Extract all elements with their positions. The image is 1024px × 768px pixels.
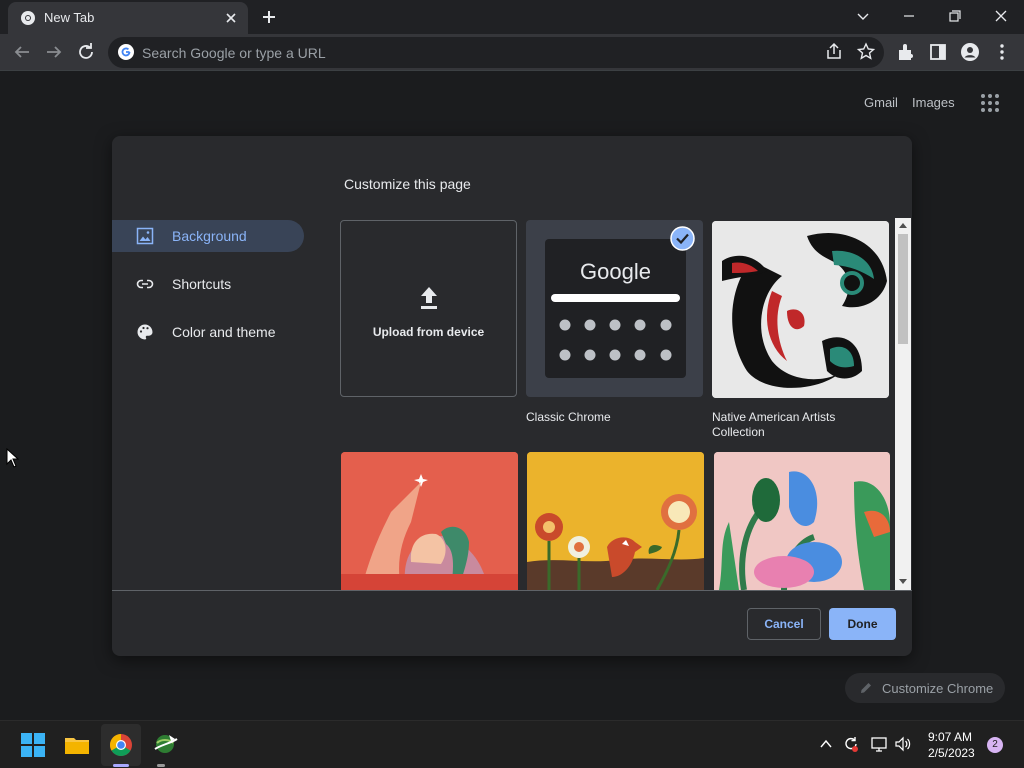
omnibox[interactable]: Search Google or type a URL <box>108 37 884 68</box>
back-icon[interactable] <box>10 40 34 64</box>
native-american-label-line2: Collection <box>712 425 765 439</box>
notification-badge[interactable]: 2 <box>987 737 1003 753</box>
chrome-taskbar-icon[interactable] <box>105 729 137 761</box>
reload-icon[interactable] <box>74 40 98 64</box>
browser-toolbar: Search Google or type a URL <box>0 34 1024 71</box>
forward-icon[interactable] <box>42 40 66 64</box>
windows-start-icon[interactable] <box>17 729 49 761</box>
scroll-up-icon[interactable] <box>898 221 908 229</box>
palette-icon <box>137 324 153 340</box>
nav-color-and-theme[interactable]: Color and theme <box>112 316 304 348</box>
nav-label: Color and theme <box>172 324 276 340</box>
app-indicator <box>157 764 165 767</box>
native-american-label-line1: Native American Artists <box>712 410 836 424</box>
scrollbar-thumb[interactable] <box>898 234 908 344</box>
dialog-divider <box>112 590 912 591</box>
upload-from-device-tile[interactable]: Upload from device <box>340 220 517 397</box>
customize-chrome-label: Customize Chrome <box>882 681 994 696</box>
tab-strip: New Tab <box>0 0 1024 34</box>
tab-title: New Tab <box>44 10 95 25</box>
bookmark-star-icon[interactable] <box>854 40 878 64</box>
side-panel-icon[interactable] <box>926 40 950 64</box>
formline-art-image <box>712 221 889 398</box>
illustration-art-1 <box>341 452 518 590</box>
close-window-icon[interactable] <box>987 4 1015 28</box>
classic-chrome-label: Classic Chrome <box>526 410 611 424</box>
nav-background[interactable]: Background <box>112 220 304 252</box>
preview-searchbox <box>551 294 680 302</box>
clock-date[interactable]: 2/5/2023 <box>928 746 975 760</box>
nav-label: Background <box>172 228 247 244</box>
tiles-scrollbar[interactable] <box>895 218 911 590</box>
chevron-up-icon[interactable] <box>819 737 833 751</box>
illustration-tile-1[interactable] <box>341 452 518 590</box>
file-explorer-icon[interactable] <box>61 729 93 761</box>
cancel-button[interactable]: Cancel <box>747 608 821 640</box>
link-icon <box>136 279 154 289</box>
image-icon <box>136 227 154 245</box>
pencil-icon <box>861 683 871 693</box>
new-tab-icon[interactable] <box>258 6 280 28</box>
tab-new-tab[interactable]: New Tab <box>8 2 248 34</box>
windows-taskbar: 9:07 AM 2/5/2023 2 <box>0 720 1024 768</box>
illustration-art-2 <box>527 452 704 590</box>
network-icon[interactable] <box>870 735 888 753</box>
share-icon[interactable] <box>822 40 846 64</box>
tab-search-icon[interactable] <box>849 4 877 28</box>
gmail-link[interactable]: Gmail <box>864 95 898 110</box>
close-tab-icon[interactable] <box>222 9 240 27</box>
upload-label: Upload from device <box>372 325 485 339</box>
google-g-icon <box>118 44 134 60</box>
mouse-cursor-icon <box>6 448 20 468</box>
scroll-down-icon[interactable] <box>898 578 908 586</box>
omnibox-placeholder: Search Google or type a URL <box>142 45 326 61</box>
done-button[interactable]: Done <box>829 608 896 640</box>
nav-shortcuts[interactable]: Shortcuts <box>112 268 304 300</box>
images-link[interactable]: Images <box>912 95 955 110</box>
menu-dots-icon[interactable] <box>990 40 1014 64</box>
illustration-tile-2[interactable] <box>527 452 704 590</box>
illustration-art-3 <box>714 452 890 590</box>
dialog-title: Customize this page <box>344 176 471 192</box>
volume-icon[interactable] <box>894 735 912 753</box>
minimize-icon[interactable] <box>895 4 923 28</box>
sync-alert-icon[interactable] <box>842 735 860 753</box>
app-globe-icon[interactable] <box>149 729 181 761</box>
classic-chrome-preview: Google <box>545 239 686 378</box>
selected-check-icon <box>670 226 695 251</box>
customize-chrome-button[interactable]: Customize Chrome <box>845 673 1005 703</box>
profile-icon[interactable] <box>958 40 982 64</box>
classic-chrome-tile[interactable]: Google <box>526 220 703 397</box>
chrome-icon <box>21 11 35 25</box>
extensions-icon[interactable] <box>894 40 918 64</box>
chrome-active-indicator <box>113 764 129 767</box>
preview-shortcuts <box>559 319 672 361</box>
upload-icon <box>421 287 437 309</box>
nav-label: Shortcuts <box>172 276 232 292</box>
native-american-artists-tile[interactable] <box>712 221 889 398</box>
customize-dialog: Customize this page Background Shortcuts… <box>112 136 912 656</box>
illustration-tile-3[interactable] <box>714 452 890 590</box>
clock-time[interactable]: 9:07 AM <box>928 730 972 744</box>
google-logo-text: Google <box>580 259 651 284</box>
google-apps-icon[interactable] <box>980 93 1000 113</box>
restore-icon[interactable] <box>941 4 969 28</box>
